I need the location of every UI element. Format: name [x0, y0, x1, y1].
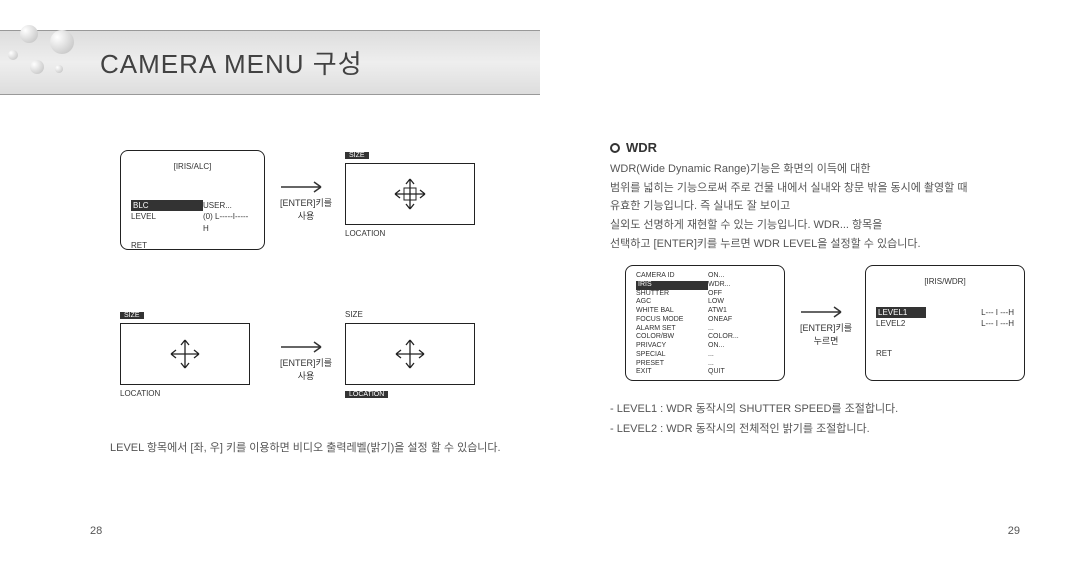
main-menu-row: AGCLOW [636, 298, 774, 307]
main-menu-row: SHUTTEROFF [636, 290, 774, 299]
menu-key: SHUTTER [636, 290, 708, 299]
main-menu-row: SPECIAL... [636, 351, 774, 360]
page-number-left: 28 [90, 525, 102, 537]
menu-ret: RET [131, 240, 254, 251]
menu-key: AGC [636, 298, 708, 307]
arrow-right-icon [281, 340, 331, 354]
main-menu-row: WHITE BALATW1 [636, 307, 774, 316]
main-menu-row: EXITQUIT [636, 368, 774, 377]
arrow2-label1: [ENTER]키를 [280, 356, 332, 369]
bullet-ring-icon [610, 143, 620, 153]
level1-v: L--- I ---H [926, 307, 1014, 318]
menu-key: EXIT [636, 368, 708, 377]
size-bl-head: SIZE [120, 312, 144, 319]
iris-wdr-title: IRIS/WDR [927, 277, 964, 286]
level2-v: L--- I ---H [926, 318, 1014, 329]
menu-blc-k: BLC [131, 200, 203, 211]
menu-key: IRIS [636, 281, 708, 290]
size-tr-foot: LOCATION [345, 229, 475, 238]
size-br-head: SIZE [345, 310, 475, 319]
iris-alc-box: [IRIS/ALC] BLCUSER... LEVEL(0) L-----I--… [120, 150, 265, 250]
arrow-right-icon [801, 305, 851, 319]
wdrbox-ret: RET [876, 348, 1014, 359]
size-box-tr: SIZE LOCATION [345, 150, 475, 250]
wdr-heading: WDR [610, 140, 657, 155]
menu-key: ALARM SET [636, 325, 708, 334]
main-menu-row: FOCUS MODEONEAF [636, 316, 774, 325]
wdr-desc: WDR(Wide Dynamic Range)기능은 화면의 이득에 대한 범위… [610, 160, 1030, 253]
arrow-1: [ENTER]키를 사용 [280, 180, 332, 222]
menu-val: WDR... [708, 281, 774, 290]
menu-level-k: LEVEL [131, 211, 203, 233]
menu-val: LOW [708, 298, 774, 307]
menu-val: COLOR... [708, 333, 774, 342]
menu-level-v: (0) L-----I-----H [203, 211, 254, 233]
menu-key: SPECIAL [636, 351, 708, 360]
wdr-desc-line: 선택하고 [ENTER]키를 누르면 WDR LEVEL을 설정할 수 있습니다… [610, 235, 1030, 254]
menu-key: PRIVACY [636, 342, 708, 351]
main-menu-box: CAMERA IDON...IRISWDR...SHUTTEROFFAGCLOW… [625, 265, 785, 381]
arrow-2: [ENTER]키를 사용 [280, 340, 332, 382]
arrow2-label2: 사용 [280, 369, 332, 382]
wdr-desc-line: 유효한 기능입니다. 즉 실내도 잘 보이고 [610, 197, 1030, 216]
size-tr-head: SIZE [345, 152, 369, 159]
move-arrows-icon [395, 339, 425, 369]
menu-key: PRESET [636, 360, 708, 369]
menu-val: ON... [708, 272, 774, 281]
menu-key: FOCUS MODE [636, 316, 708, 325]
size-br-foot: LOCATION [345, 391, 388, 398]
level-note-2: - LEVEL2 : WDR 동작시의 전체적인 밝기를 조절합니다. [610, 420, 898, 440]
menu-blc-v: USER... [203, 200, 254, 211]
wdr-desc-line: 범위를 넓히는 기능으로써 주로 건물 내에서 실내와 창문 밖을 동시에 촬영… [610, 179, 1030, 198]
arrow-r-label1: [ENTER]키를 [800, 321, 852, 334]
arrow-right: [ENTER]키를 누르면 [800, 305, 852, 347]
menu-val: ... [708, 351, 774, 360]
menu-key: COLOR/BW [636, 333, 708, 342]
menu-val: OFF [708, 290, 774, 299]
main-menu-row: COLOR/BWCOLOR... [636, 333, 774, 342]
move-arrows-icon [170, 339, 200, 369]
size-box-bl: SIZE LOCATION [120, 310, 250, 410]
arrow-right-icon [281, 180, 331, 194]
iris-alc-title: IRIS/ALC [176, 162, 209, 171]
level1-k: LEVEL1 [876, 307, 926, 318]
menu-val: ... [708, 360, 774, 369]
menu-val: ON... [708, 342, 774, 351]
level-note-1: - LEVEL1 : WDR 동작시의 SHUTTER SPEED를 조절합니다… [610, 400, 898, 420]
arrow1-label2: 사용 [280, 209, 332, 222]
main-menu-row: CAMERA IDON... [636, 272, 774, 281]
menu-val: ONEAF [708, 316, 774, 325]
iris-wdr-box: [IRIS/WDR] LEVEL1L--- I ---H LEVEL2L--- … [865, 265, 1025, 381]
resize-arrows-icon [393, 177, 427, 211]
menu-key: CAMERA ID [636, 272, 708, 281]
main-menu-row: PRESET... [636, 360, 774, 369]
header-bubbles [0, 20, 90, 100]
size-box-br: SIZE LOCATION [345, 310, 475, 410]
page-number-right: 29 [1008, 525, 1020, 537]
main-menu-row: IRISWDR... [636, 281, 774, 290]
arrow1-label1: [ENTER]키를 [280, 196, 332, 209]
arrow-r-label2: 누르면 [800, 334, 852, 347]
menu-val: ATW1 [708, 307, 774, 316]
page-title: CAMERA MENU 구성 [100, 44, 363, 81]
menu-val: QUIT [708, 368, 774, 377]
left-caption: LEVEL 항목에서 [좌, 우] 키를 이용하면 비디오 출력레벨(밝기)을 … [110, 440, 510, 458]
size-bl-foot: LOCATION [120, 389, 250, 398]
menu-key: WHITE BAL [636, 307, 708, 316]
main-menu-row: ALARM SET... [636, 325, 774, 334]
level2-k: LEVEL2 [876, 318, 926, 329]
menu-val: ... [708, 325, 774, 334]
wdr-desc-line: 실외도 선명하게 재현할 수 있는 기능입니다. WDR... 항목을 [610, 216, 1030, 235]
main-menu-row: PRIVACYON... [636, 342, 774, 351]
wdr-desc-line: WDR(Wide Dynamic Range)기능은 화면의 이득에 대한 [610, 160, 1030, 179]
level-notes: - LEVEL1 : WDR 동작시의 SHUTTER SPEED를 조절합니다… [610, 400, 898, 440]
wdr-heading-text: WDR [626, 140, 657, 155]
